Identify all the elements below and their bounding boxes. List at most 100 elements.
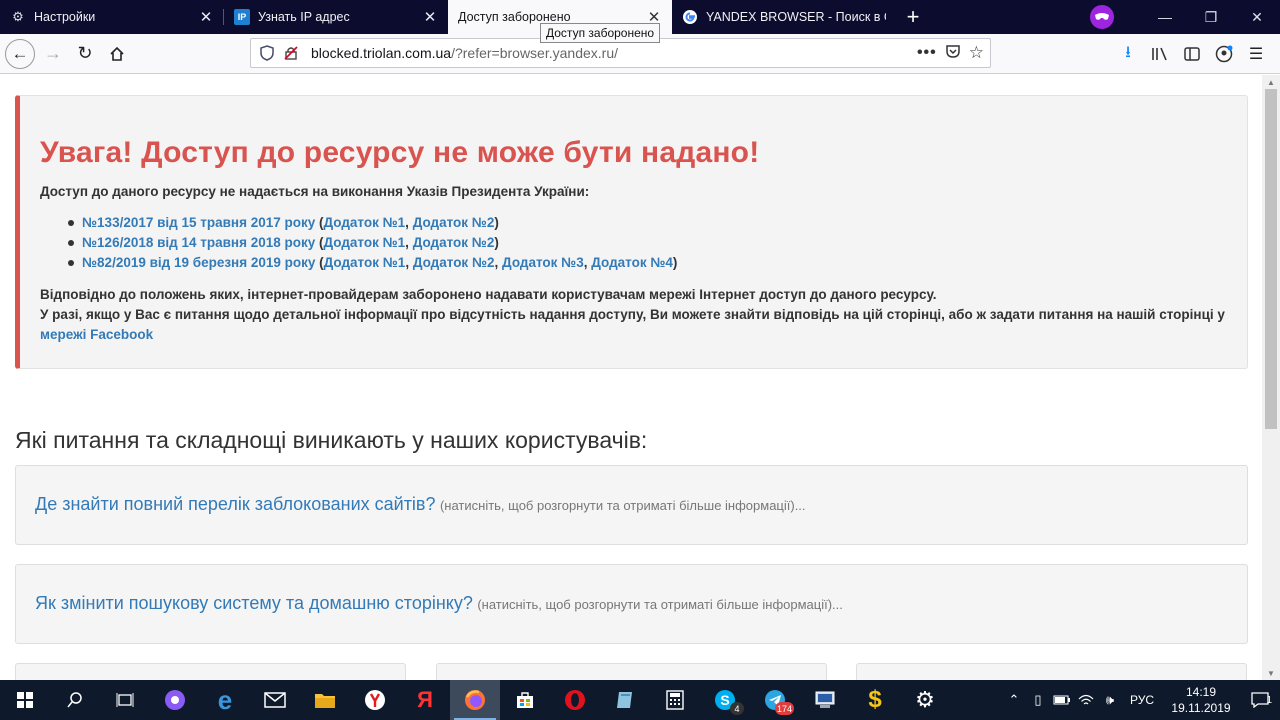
sidebar-icon[interactable] xyxy=(1176,38,1208,70)
reload-button[interactable]: ↻ xyxy=(69,38,101,70)
store-icon[interactable] xyxy=(500,680,550,720)
yandex-browser-icon[interactable] xyxy=(350,680,400,720)
tab-settings[interactable]: ⚙ Настройки ✕ xyxy=(0,0,224,34)
opera-icon[interactable] xyxy=(550,680,600,720)
facebook-link[interactable]: мережі Facebook xyxy=(40,327,153,342)
tab-google-search[interactable]: YANDEX BROWSER - Поиск в G xyxy=(672,0,896,34)
download-icon[interactable]: ⭳ xyxy=(1112,38,1144,70)
mail-icon[interactable] xyxy=(250,680,300,720)
calculator-icon[interactable] xyxy=(650,680,700,720)
firefox-icon[interactable] xyxy=(450,680,500,720)
close-icon[interactable]: ✕ xyxy=(198,9,214,26)
skype-icon[interactable]: S 4 xyxy=(700,680,750,720)
decree-item: №82/2019 від 19 березня 2019 року (Додат… xyxy=(68,253,1247,273)
forward-button[interactable]: → xyxy=(37,38,69,70)
faq-title: Які питання та складнощі виникають у наш… xyxy=(15,427,648,453)
gear-icon: ⚙ xyxy=(12,9,24,24)
chevron-up-icon[interactable]: ⌃ xyxy=(1002,692,1026,708)
clock-time: 14:19 xyxy=(1185,685,1217,699)
decree-link[interactable]: №82/2019 від 19 березня 2019 року xyxy=(82,255,315,270)
insecure-lock-icon[interactable] xyxy=(281,45,301,61)
alert-heading: Увага! Доступ до ресурсу не може бути на… xyxy=(40,136,760,169)
blocked-alert: Увага! Доступ до ресурсу не може бути на… xyxy=(15,95,1248,369)
annex-link[interactable]: Додаток №1 xyxy=(323,215,405,230)
alice-icon[interactable] xyxy=(150,680,200,720)
wifi-icon[interactable] xyxy=(1074,693,1098,707)
network-app-icon[interactable] xyxy=(800,680,850,720)
annex-link[interactable]: Додаток №4 xyxy=(591,255,673,270)
tab-title: Узнать IP адрес xyxy=(258,10,350,24)
tab-tooltip: Доступ заборонено xyxy=(540,23,661,43)
skype-badge: 4 xyxy=(730,702,744,715)
scroll-down-icon[interactable]: ▼ xyxy=(1262,666,1280,680)
alert-paragraph-contact: У разі, якщо у Вас є питання щодо деталь… xyxy=(40,307,1225,342)
dollar-app-icon[interactable]: $ xyxy=(850,680,900,720)
scrollbar-thumb[interactable] xyxy=(1265,89,1277,429)
annex-link[interactable]: Додаток №2 xyxy=(413,235,495,250)
tab-title: Настройки xyxy=(34,10,96,24)
windows-taskbar: e Я S 4 174 $ ⚙ ⌃ ▯ 🕪 РУС 14:19 19.11.20… xyxy=(0,680,1280,720)
decree-item: №133/2017 від 15 травня 2017 року (Додат… xyxy=(68,213,1247,233)
notifications-icon[interactable]: 1 xyxy=(1240,692,1280,708)
decree-link[interactable]: №133/2017 від 15 травня 2017 року xyxy=(82,215,315,230)
faq-panel[interactable]: Як змінити пошукову систему та домашню с… xyxy=(15,564,1248,644)
alert-paragraph: Відповідно до положень яких, інтернет-пр… xyxy=(40,287,937,302)
shield-icon[interactable] xyxy=(257,45,277,61)
close-icon[interactable]: ✕ xyxy=(422,9,438,26)
tab-title: YANDEX BROWSER - Поиск в G xyxy=(706,10,886,24)
alert-lead: Доступ до даного ресурсу не надається на… xyxy=(40,184,590,199)
pocket-icon[interactable] xyxy=(945,43,961,64)
notebook-icon[interactable] xyxy=(600,680,650,720)
new-tab-button[interactable]: + xyxy=(896,0,930,34)
faq-panel[interactable]: Де знайти повний перелік заблокованих са… xyxy=(15,465,1248,545)
decree-link[interactable]: №126/2018 від 14 травня 2018 року xyxy=(82,235,315,250)
yandex-icon[interactable]: Я xyxy=(400,680,450,720)
telegram-icon[interactable]: 174 xyxy=(750,680,800,720)
svg-text:S: S xyxy=(720,692,729,708)
annex-link[interactable]: Додаток №2 xyxy=(413,215,495,230)
language-indicator[interactable]: РУС xyxy=(1130,693,1154,707)
windows-start-icon[interactable] xyxy=(0,680,50,720)
faq-hint: (натисніть, щоб розгорнути та отриматі б… xyxy=(439,498,806,513)
volume-icon[interactable]: 🕪 xyxy=(1098,692,1122,708)
page-scrollbar[interactable]: ▲ ▼ xyxy=(1262,75,1280,680)
search-icon[interactable] xyxy=(50,680,100,720)
tab-ip-address[interactable]: IP Узнать IP адрес ✕ xyxy=(224,0,448,34)
info-card xyxy=(856,663,1247,680)
battery-icon[interactable] xyxy=(1050,695,1074,705)
page-content: Увага! Доступ до ресурсу не може бути на… xyxy=(0,75,1262,680)
annex-link[interactable]: Додаток №2 xyxy=(413,255,495,270)
menu-icon[interactable]: ☰ xyxy=(1240,38,1272,70)
minimize-button[interactable]: — xyxy=(1142,0,1188,34)
clock-date: 19.11.2019 xyxy=(1171,701,1231,715)
edge-icon[interactable]: e xyxy=(200,680,250,720)
restore-button[interactable]: ❐ xyxy=(1188,0,1234,34)
task-view-icon[interactable] xyxy=(100,680,150,720)
settings-icon[interactable]: ⚙ xyxy=(900,680,950,720)
back-button[interactable]: ← xyxy=(5,38,35,69)
faq-question[interactable]: Де знайти повний перелік заблокованих са… xyxy=(35,494,436,514)
system-tray: ⌃ ▯ 🕪 РУС 14:19 19.11.2019 1 xyxy=(1002,680,1280,720)
ip-icon: IP xyxy=(234,9,250,25)
close-window-button[interactable]: ✕ xyxy=(1234,0,1280,34)
library-icon[interactable] xyxy=(1144,38,1176,70)
faq-hint: (натисніть, щоб розгорнути та отриматі б… xyxy=(477,597,843,612)
url-text: blocked.triolan.com.ua/?refer=browser.ya… xyxy=(311,45,618,61)
faq-question[interactable]: Як змінити пошукову систему та домашню с… xyxy=(35,593,473,613)
decree-item: №126/2018 від 14 травня 2018 року (Додат… xyxy=(68,233,1247,253)
home-button[interactable] xyxy=(101,38,133,70)
google-icon xyxy=(682,9,698,25)
account-icon[interactable] xyxy=(1208,38,1240,70)
telegram-badge: 174 xyxy=(774,702,794,715)
scroll-up-icon[interactable]: ▲ xyxy=(1262,75,1280,89)
annex-link[interactable]: Додаток №1 xyxy=(323,235,405,250)
annex-link[interactable]: Додаток №3 xyxy=(502,255,584,270)
annex-link[interactable]: Додаток №1 xyxy=(324,255,406,270)
page-actions-icon[interactable]: ••• xyxy=(917,44,937,62)
private-browsing-icon xyxy=(1090,5,1114,29)
clock[interactable]: 14:19 19.11.2019 xyxy=(1162,684,1240,716)
file-explorer-icon[interactable] xyxy=(300,680,350,720)
bookmark-star-icon[interactable]: ☆ xyxy=(969,43,984,63)
info-card xyxy=(436,663,827,680)
phone-icon[interactable]: ▯ xyxy=(1026,692,1050,708)
